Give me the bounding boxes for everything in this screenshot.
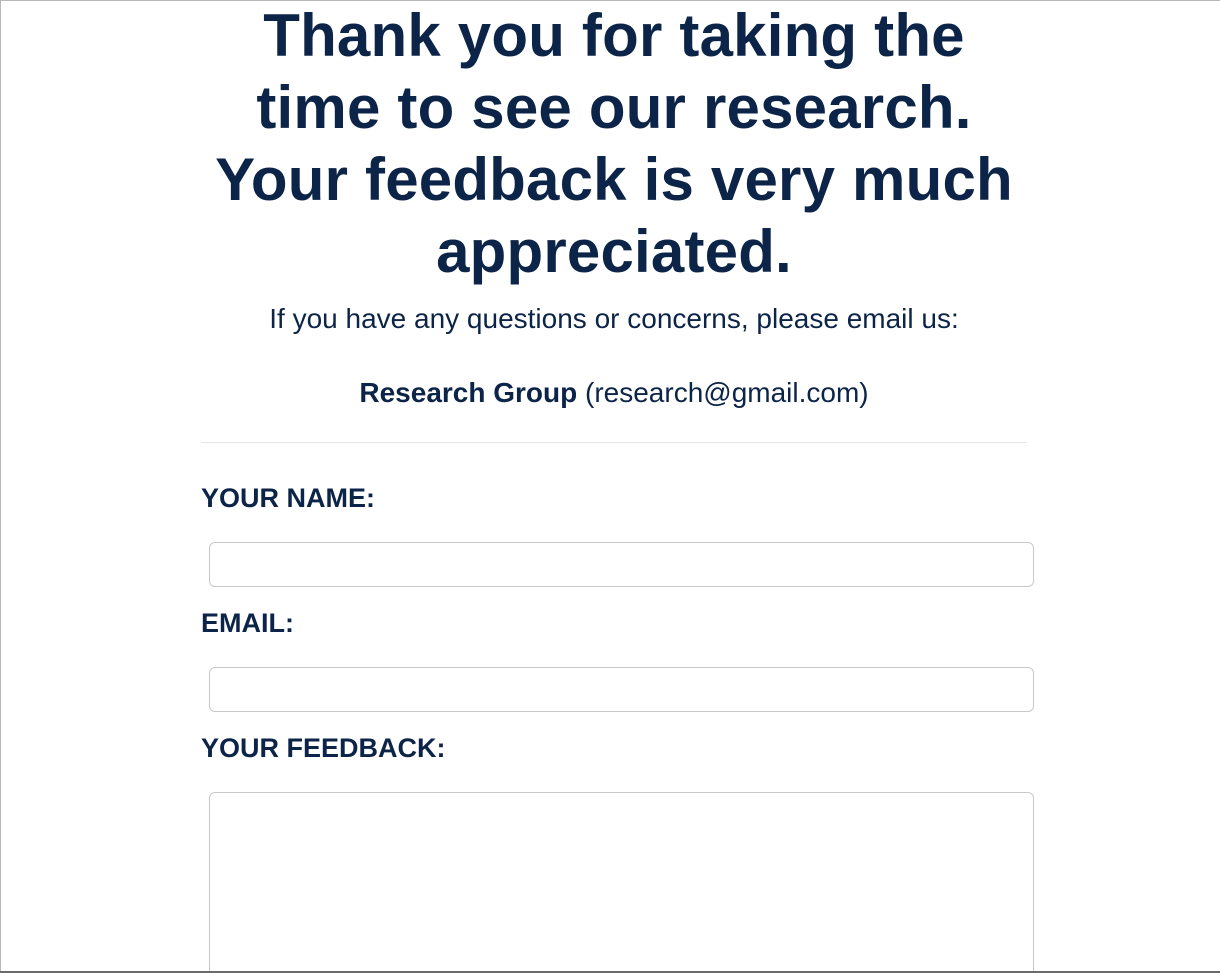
name-label: YOUR NAME: xyxy=(201,483,375,513)
email-input[interactable] xyxy=(209,667,1034,712)
window-left-border xyxy=(0,0,1,973)
contact-email: (research@gmail.com) xyxy=(585,377,869,408)
page-title: Thank you for taking the time to see our… xyxy=(215,2,1013,285)
section-divider xyxy=(201,442,1027,443)
email-label: EMAIL: xyxy=(201,608,294,638)
contact-group-name: Research Group xyxy=(359,377,578,408)
contact-intro: If you have any questions or concerns, p… xyxy=(269,303,959,334)
feedback-textarea[interactable] xyxy=(209,792,1034,973)
feedback-page: Thank you for taking the time to see our… xyxy=(201,0,1034,973)
feedback-form: YOUR NAME: EMAIL: YOUR FEEDBACK: xyxy=(201,480,1034,973)
feedback-label: YOUR FEEDBACK: xyxy=(201,733,446,763)
name-input[interactable] xyxy=(209,542,1034,587)
contact-line: Research Group (research@gmail.com) xyxy=(201,374,1027,412)
